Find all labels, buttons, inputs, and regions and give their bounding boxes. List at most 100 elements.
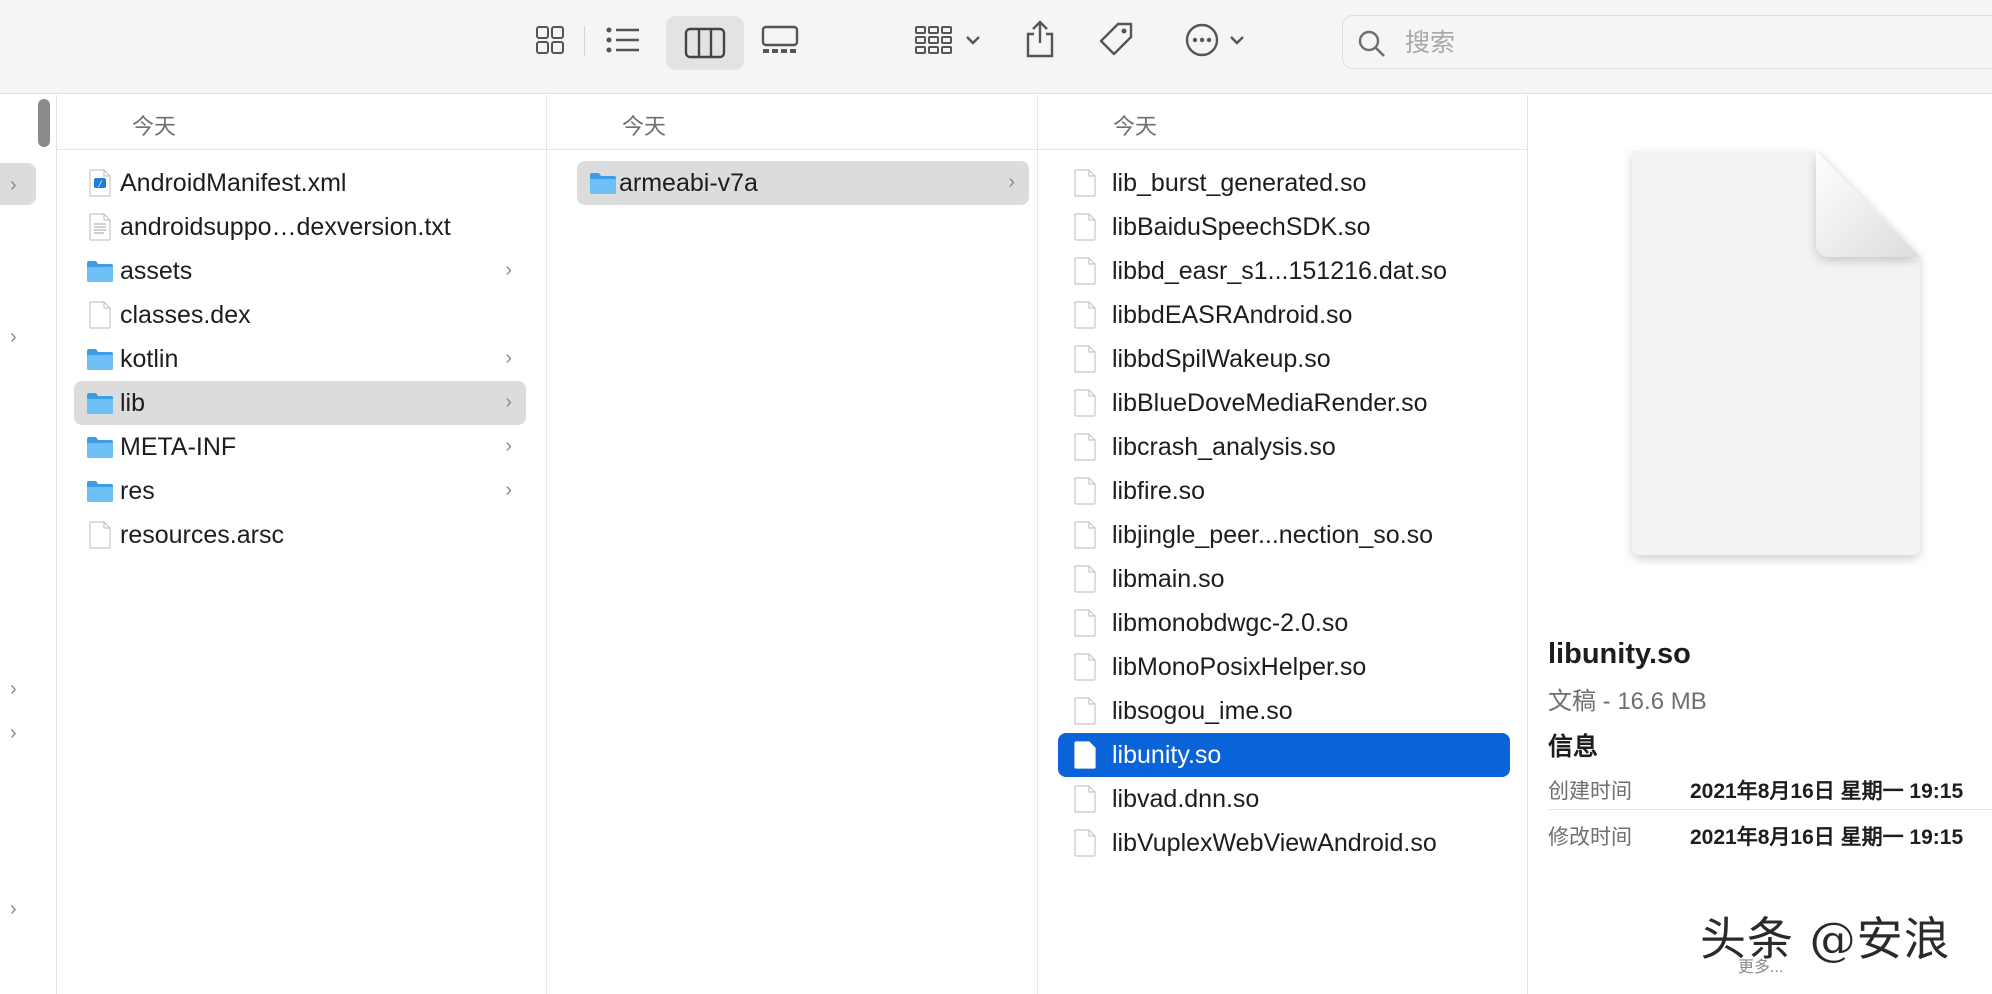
row-name: libjingle_peer...nection_so.so xyxy=(1112,521,1434,549)
row-name: armeabi-v7a xyxy=(619,169,758,197)
columns-icon xyxy=(684,27,726,59)
file-row[interactable]: libfire.so xyxy=(1058,469,1510,513)
preview-file-name: libunity.so xyxy=(1548,638,1691,670)
row-name: libbdEASRAndroid.so xyxy=(1112,301,1353,329)
chevron-right-icon[interactable]: › xyxy=(10,899,17,919)
file-row[interactable]: libmonobdwgc-2.0.so xyxy=(1058,601,1510,645)
row-name: META-INF xyxy=(120,433,237,461)
row-name: libunity.so xyxy=(1112,741,1222,769)
chevron-down-icon xyxy=(966,36,980,45)
column-header: 今天 xyxy=(1038,95,1527,150)
search-field[interactable] xyxy=(1342,15,1992,69)
scrollbar[interactable] xyxy=(38,99,50,147)
file-row[interactable]: libBlueDoveMediaRender.so xyxy=(1058,381,1510,425)
folder-row[interactable]: assets › xyxy=(74,249,526,293)
file-row[interactable]: classes.dex xyxy=(74,293,526,337)
row-name: libbdSpilWakeup.so xyxy=(1112,345,1331,373)
column-lib: 今天 armeabi-v7a › xyxy=(547,95,1038,994)
document-icon xyxy=(1074,257,1096,285)
group-by-button[interactable] xyxy=(910,22,986,58)
row-icon xyxy=(1070,828,1100,858)
chevron-right-icon[interactable]: › xyxy=(10,327,17,347)
chevron-right-icon[interactable]: › xyxy=(10,723,17,743)
row-icon xyxy=(1070,344,1100,374)
row-icon xyxy=(1070,388,1100,418)
file-row[interactable]: libbdEASRAndroid.so xyxy=(1058,293,1510,337)
folder-icon xyxy=(87,349,113,370)
search-icon xyxy=(1358,30,1385,57)
row-icon xyxy=(1070,432,1100,462)
file-row[interactable]: libbd_easr_s1...151216.dat.so xyxy=(1058,249,1510,293)
file-row[interactable]: resources.arsc xyxy=(74,513,526,557)
row-name: libBlueDoveMediaRender.so xyxy=(1112,389,1428,417)
row-name: libvad.dnn.so xyxy=(1112,785,1260,813)
row-name: libfire.so xyxy=(1112,477,1206,505)
file-row[interactable]: libjingle_peer...nection_so.so xyxy=(1058,513,1510,557)
column-view-button[interactable] xyxy=(666,16,744,70)
file-row[interactable]: libunity.so xyxy=(1058,733,1510,777)
file-row[interactable]: libVuplexWebViewAndroid.so xyxy=(1058,821,1510,865)
file-row[interactable]: libmain.so xyxy=(1058,557,1510,601)
file-row[interactable]: libMonoPosixHelper.so xyxy=(1058,645,1510,689)
chevron-right-icon[interactable]: › xyxy=(10,175,17,195)
more-actions-button[interactable] xyxy=(1180,20,1250,60)
row-name: lib_burst_generated.so xyxy=(1112,169,1367,197)
file-row[interactable]: libvad.dnn.so xyxy=(1058,777,1510,821)
toolbar-separator xyxy=(584,26,585,56)
tags-button[interactable] xyxy=(1094,20,1138,60)
document-preview-icon xyxy=(1632,151,1920,555)
row-icon xyxy=(1070,564,1100,594)
file-row[interactable]: libsogou_ime.so xyxy=(1058,689,1510,733)
share-button[interactable] xyxy=(1020,16,1060,60)
document-icon xyxy=(1074,213,1096,241)
row-name: assets xyxy=(120,257,193,285)
chevron-right-icon[interactable]: › xyxy=(10,679,17,699)
created-value: 2021年8月16日 星期一 19:15 xyxy=(1690,780,1964,803)
row-icon xyxy=(1070,608,1100,638)
chevron-right-icon: › xyxy=(505,391,512,413)
list-view-button[interactable] xyxy=(603,22,643,58)
modified-label: 修改时间 xyxy=(1548,826,1632,849)
folder-icon xyxy=(87,481,113,502)
created-label: 创建时间 xyxy=(1548,780,1632,803)
document-icon xyxy=(1074,169,1096,197)
sliver-selected-row[interactable] xyxy=(0,163,36,205)
folder-icon xyxy=(87,261,113,282)
folder-row[interactable]: kotlin › xyxy=(74,337,526,381)
document-icon xyxy=(1074,477,1096,505)
row-name: libmain.so xyxy=(1112,565,1225,593)
file-row[interactable]: libbdSpilWakeup.so xyxy=(1058,337,1510,381)
document-icon xyxy=(1074,609,1096,637)
icon-view-button[interactable] xyxy=(532,22,568,58)
file-row[interactable]: libBaiduSpeechSDK.so xyxy=(1058,205,1510,249)
row-name: lib xyxy=(120,389,146,417)
document-icon xyxy=(89,301,111,329)
column-apk-root: 今天 / AndroidManifest.xml androidsuppo…dexv… xyxy=(57,95,547,994)
row-icon xyxy=(1070,256,1100,286)
row-icon xyxy=(85,344,115,374)
file-row[interactable]: libcrash_analysis.so xyxy=(1058,425,1510,469)
parent-column-sliver: › › › › › xyxy=(0,95,57,994)
folder-row[interactable]: META-INF › xyxy=(74,425,526,469)
file-row[interactable]: lib_burst_generated.so xyxy=(1058,161,1510,205)
chevron-right-icon: › xyxy=(505,435,512,457)
chevron-down-icon xyxy=(1230,36,1244,45)
row-name: libsogou_ime.so xyxy=(1112,697,1293,725)
info-divider xyxy=(1548,809,1992,810)
row-icon xyxy=(1070,300,1100,330)
file-row[interactable]: androidsuppo…dexversion.txt xyxy=(74,205,526,249)
file-row[interactable]: / AndroidManifest.xml xyxy=(74,161,526,205)
modified-value: 2021年8月16日 星期一 19:15 xyxy=(1690,826,1964,849)
column-header: 今天 xyxy=(57,95,546,150)
folder-row[interactable]: armeabi-v7a › xyxy=(577,161,1029,205)
row-name: libmonobdwgc-2.0.so xyxy=(1112,609,1349,637)
search-input[interactable] xyxy=(1403,23,1967,63)
row-name: libVuplexWebViewAndroid.so xyxy=(1112,829,1437,857)
folder-row[interactable]: lib › xyxy=(74,381,526,425)
folder-row[interactable]: res › xyxy=(74,469,526,513)
gallery-view-button[interactable] xyxy=(758,22,802,58)
document-icon xyxy=(1074,345,1096,373)
more-link[interactable]: 更多... xyxy=(1738,953,1783,977)
row-name: resources.arsc xyxy=(120,521,284,549)
row-name: libbd_easr_s1...151216.dat.so xyxy=(1112,257,1447,285)
